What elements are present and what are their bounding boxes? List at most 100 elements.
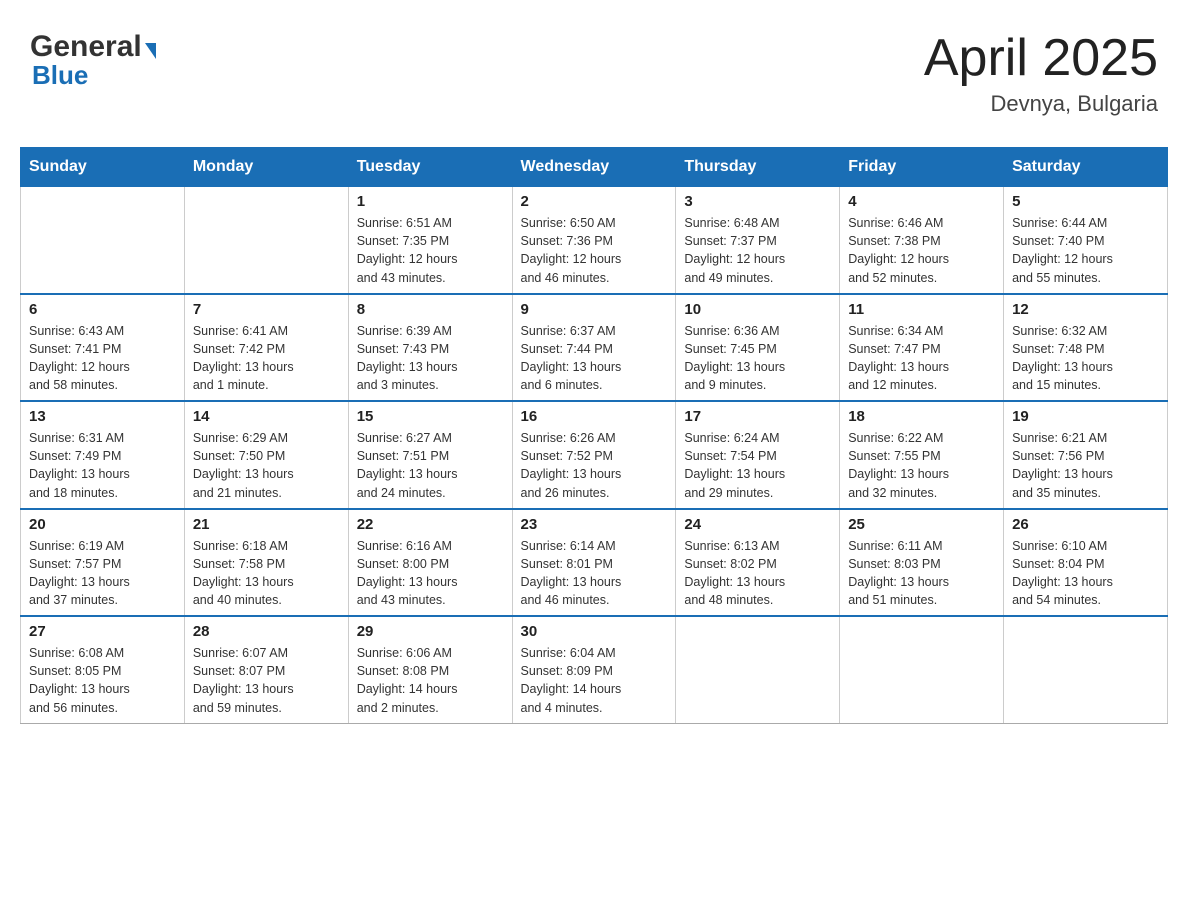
day-info: Sunrise: 6:36 AM Sunset: 7:45 PM Dayligh… <box>684 322 831 395</box>
day-number: 26 <box>1012 516 1159 533</box>
day-info: Sunrise: 6:04 AM Sunset: 8:09 PM Dayligh… <box>521 644 668 717</box>
logo-triangle-icon <box>145 43 156 59</box>
day-info: Sunrise: 6:06 AM Sunset: 8:08 PM Dayligh… <box>357 644 504 717</box>
day-info: Sunrise: 6:24 AM Sunset: 7:54 PM Dayligh… <box>684 429 831 502</box>
calendar-day-cell <box>21 187 185 294</box>
calendar-week-row: 6 Sunrise: 6:43 AM Sunset: 7:41 PM Daylig… <box>21 294 1168 402</box>
days-of-week-row: SundayMondayTuesdayWednesdayThursdayFrid… <box>21 148 1168 187</box>
calendar-day-cell: 3 Sunrise: 6:48 AM Sunset: 7:37 PM Daylig… <box>676 187 840 294</box>
calendar-day-cell <box>840 616 1004 723</box>
day-info: Sunrise: 6:29 AM Sunset: 7:50 PM Dayligh… <box>193 429 340 502</box>
day-info: Sunrise: 6:41 AM Sunset: 7:42 PM Dayligh… <box>193 322 340 395</box>
day-number: 7 <box>193 301 340 318</box>
day-of-week-header: Tuesday <box>348 148 512 187</box>
calendar-day-cell <box>1004 616 1168 723</box>
calendar-day-cell: 23 Sunrise: 6:14 AM Sunset: 8:01 PM Dayli… <box>512 509 676 617</box>
day-number: 4 <box>848 193 995 210</box>
calendar-day-cell: 4 Sunrise: 6:46 AM Sunset: 7:38 PM Daylig… <box>840 187 1004 294</box>
calendar-day-cell: 20 Sunrise: 6:19 AM Sunset: 7:57 PM Dayli… <box>21 509 185 617</box>
day-number: 1 <box>357 193 504 210</box>
day-info: Sunrise: 6:18 AM Sunset: 7:58 PM Dayligh… <box>193 537 340 610</box>
day-number: 5 <box>1012 193 1159 210</box>
calendar-day-cell: 26 Sunrise: 6:10 AM Sunset: 8:04 PM Dayli… <box>1004 509 1168 617</box>
month-year-title: April 2025 <box>924 30 1158 87</box>
day-of-week-header: Wednesday <box>512 148 676 187</box>
day-number: 17 <box>684 408 831 425</box>
calendar-day-cell: 17 Sunrise: 6:24 AM Sunset: 7:54 PM Dayli… <box>676 401 840 509</box>
day-info: Sunrise: 6:48 AM Sunset: 7:37 PM Dayligh… <box>684 214 831 287</box>
calendar-day-cell: 21 Sunrise: 6:18 AM Sunset: 7:58 PM Dayli… <box>184 509 348 617</box>
day-number: 12 <box>1012 301 1159 318</box>
day-number: 3 <box>684 193 831 210</box>
calendar-day-cell: 10 Sunrise: 6:36 AM Sunset: 7:45 PM Dayli… <box>676 294 840 402</box>
day-info: Sunrise: 6:39 AM Sunset: 7:43 PM Dayligh… <box>357 322 504 395</box>
calendar-week-row: 20 Sunrise: 6:19 AM Sunset: 7:57 PM Dayli… <box>21 509 1168 617</box>
calendar-day-cell: 11 Sunrise: 6:34 AM Sunset: 7:47 PM Dayli… <box>840 294 1004 402</box>
day-number: 22 <box>357 516 504 533</box>
calendar-day-cell: 2 Sunrise: 6:50 AM Sunset: 7:36 PM Daylig… <box>512 187 676 294</box>
calendar-day-cell: 6 Sunrise: 6:43 AM Sunset: 7:41 PM Daylig… <box>21 294 185 402</box>
calendar-day-cell: 18 Sunrise: 6:22 AM Sunset: 7:55 PM Dayli… <box>840 401 1004 509</box>
logo-general-text: General <box>30 30 142 64</box>
day-info: Sunrise: 6:51 AM Sunset: 7:35 PM Dayligh… <box>357 214 504 287</box>
day-info: Sunrise: 6:08 AM Sunset: 8:05 PM Dayligh… <box>29 644 176 717</box>
day-number: 28 <box>193 623 340 640</box>
calendar-day-cell: 22 Sunrise: 6:16 AM Sunset: 8:00 PM Dayli… <box>348 509 512 617</box>
day-of-week-header: Monday <box>184 148 348 187</box>
day-number: 25 <box>848 516 995 533</box>
day-number: 2 <box>521 193 668 210</box>
calendar-day-cell: 28 Sunrise: 6:07 AM Sunset: 8:07 PM Dayli… <box>184 616 348 723</box>
day-number: 14 <box>193 408 340 425</box>
title-block: April 2025 Devnya, Bulgaria <box>924 30 1158 117</box>
page-header: General Blue April 2025 Devnya, Bulgaria <box>20 20 1168 127</box>
day-info: Sunrise: 6:14 AM Sunset: 8:01 PM Dayligh… <box>521 537 668 610</box>
day-number: 9 <box>521 301 668 318</box>
day-info: Sunrise: 6:32 AM Sunset: 7:48 PM Dayligh… <box>1012 322 1159 395</box>
day-info: Sunrise: 6:34 AM Sunset: 7:47 PM Dayligh… <box>848 322 995 395</box>
day-of-week-header: Sunday <box>21 148 185 187</box>
day-number: 16 <box>521 408 668 425</box>
calendar-day-cell: 25Sunrise: 6:11 AM Sunset: 8:03 PM Dayli… <box>840 509 1004 617</box>
day-info: Sunrise: 6:31 AM Sunset: 7:49 PM Dayligh… <box>29 429 176 502</box>
day-number: 23 <box>521 516 668 533</box>
day-of-week-header: Friday <box>840 148 1004 187</box>
calendar-day-cell: 30Sunrise: 6:04 AM Sunset: 8:09 PM Dayli… <box>512 616 676 723</box>
day-info: Sunrise: 6:07 AM Sunset: 8:07 PM Dayligh… <box>193 644 340 717</box>
day-info: Sunrise: 6:10 AM Sunset: 8:04 PM Dayligh… <box>1012 537 1159 610</box>
day-number: 10 <box>684 301 831 318</box>
day-info: Sunrise: 6:43 AM Sunset: 7:41 PM Dayligh… <box>29 322 176 395</box>
location-subtitle: Devnya, Bulgaria <box>924 91 1158 117</box>
calendar-day-cell: 19Sunrise: 6:21 AM Sunset: 7:56 PM Dayli… <box>1004 401 1168 509</box>
day-of-week-header: Saturday <box>1004 148 1168 187</box>
day-number: 18 <box>848 408 995 425</box>
calendar-day-cell: 8 Sunrise: 6:39 AM Sunset: 7:43 PM Daylig… <box>348 294 512 402</box>
calendar-day-cell: 9Sunrise: 6:37 AM Sunset: 7:44 PM Daylig… <box>512 294 676 402</box>
logo: General Blue <box>30 30 156 91</box>
day-number: 27 <box>29 623 176 640</box>
day-info: Sunrise: 6:50 AM Sunset: 7:36 PM Dayligh… <box>521 214 668 287</box>
day-number: 20 <box>29 516 176 533</box>
day-number: 11 <box>848 301 995 318</box>
day-info: Sunrise: 6:19 AM Sunset: 7:57 PM Dayligh… <box>29 537 176 610</box>
calendar-header: SundayMondayTuesdayWednesdayThursdayFrid… <box>21 148 1168 187</box>
calendar-week-row: 13 Sunrise: 6:31 AM Sunset: 7:49 PM Dayli… <box>21 401 1168 509</box>
day-info: Sunrise: 6:26 AM Sunset: 7:52 PM Dayligh… <box>521 429 668 502</box>
day-number: 15 <box>357 408 504 425</box>
day-info: Sunrise: 6:27 AM Sunset: 7:51 PM Dayligh… <box>357 429 504 502</box>
day-info: Sunrise: 6:22 AM Sunset: 7:55 PM Dayligh… <box>848 429 995 502</box>
calendar-day-cell: 16 Sunrise: 6:26 AM Sunset: 7:52 PM Dayli… <box>512 401 676 509</box>
day-number: 19 <box>1012 408 1159 425</box>
calendar-day-cell: 7 Sunrise: 6:41 AM Sunset: 7:42 PM Daylig… <box>184 294 348 402</box>
day-number: 21 <box>193 516 340 533</box>
day-number: 13 <box>29 408 176 425</box>
day-number: 29 <box>357 623 504 640</box>
day-number: 6 <box>29 301 176 318</box>
day-info: Sunrise: 6:44 AM Sunset: 7:40 PM Dayligh… <box>1012 214 1159 287</box>
calendar-day-cell: 1 Sunrise: 6:51 AM Sunset: 7:35 PM Daylig… <box>348 187 512 294</box>
day-info: Sunrise: 6:16 AM Sunset: 8:00 PM Dayligh… <box>357 537 504 610</box>
calendar-day-cell: 13 Sunrise: 6:31 AM Sunset: 7:49 PM Dayli… <box>21 401 185 509</box>
day-number: 8 <box>357 301 504 318</box>
day-info: Sunrise: 6:46 AM Sunset: 7:38 PM Dayligh… <box>848 214 995 287</box>
calendar-day-cell: 5 Sunrise: 6:44 AM Sunset: 7:40 PM Daylig… <box>1004 187 1168 294</box>
calendar-body: 1 Sunrise: 6:51 AM Sunset: 7:35 PM Daylig… <box>21 187 1168 724</box>
